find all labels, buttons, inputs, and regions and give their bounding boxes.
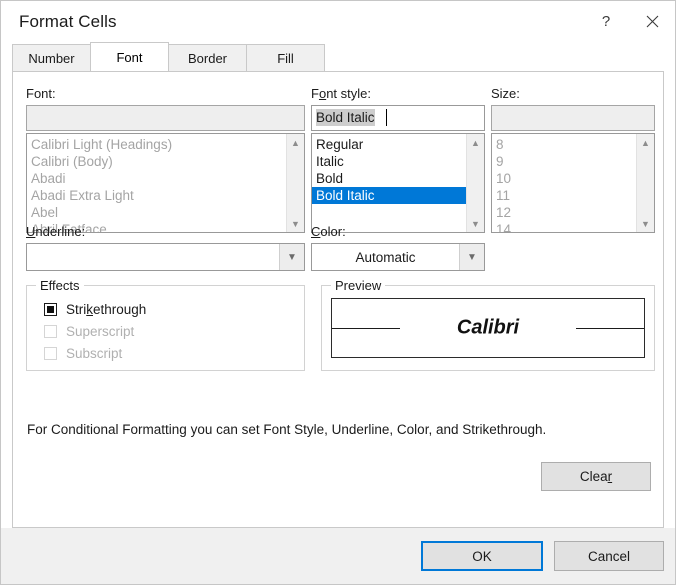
strikethrough-checkbox[interactable] bbox=[44, 302, 57, 316]
list-item-selected[interactable]: Bold Italic bbox=[312, 187, 484, 204]
scroll-down-icon[interactable]: ▼ bbox=[637, 215, 654, 232]
tab-number[interactable]: Number bbox=[12, 44, 91, 71]
color-label: Color: bbox=[311, 224, 346, 239]
close-button[interactable] bbox=[629, 1, 675, 42]
tab-fill[interactable]: Fill bbox=[246, 44, 325, 71]
size-label: Size: bbox=[491, 86, 520, 101]
list-item[interactable]: Calibri (Body) bbox=[27, 153, 304, 170]
list-item[interactable]: 12 bbox=[492, 204, 654, 221]
size-input[interactable] bbox=[491, 105, 655, 131]
help-button[interactable]: ? bbox=[583, 1, 629, 42]
color-combo[interactable]: Automatic ▼ bbox=[311, 243, 485, 271]
ok-button[interactable]: OK bbox=[421, 541, 543, 571]
list-item[interactable]: 9 bbox=[492, 153, 654, 170]
font-style-input-value: Bold Italic bbox=[316, 109, 375, 126]
font-field-group: Font: Calibri Light (Headings) Calibri (… bbox=[26, 86, 305, 233]
format-cells-dialog: Format Cells ? Number Font Border Fill F… bbox=[0, 0, 676, 585]
list-item[interactable]: Bold bbox=[312, 170, 484, 187]
tab-font[interactable]: Font bbox=[90, 42, 169, 71]
chevron-down-icon[interactable]: ▼ bbox=[279, 244, 304, 270]
font-style-list[interactable]: Regular Italic Bold Bold Italic ▲ ▼ bbox=[311, 133, 485, 233]
font-list-scrollbar[interactable]: ▲ ▼ bbox=[286, 134, 304, 232]
scroll-up-icon[interactable]: ▲ bbox=[467, 134, 484, 151]
strikethrough-label: Strikethrough bbox=[66, 301, 147, 317]
preview-sample-text: Calibri bbox=[456, 316, 520, 339]
font-style-label: Font style: bbox=[311, 86, 371, 101]
superscript-checkbox bbox=[44, 324, 57, 338]
close-icon bbox=[646, 15, 658, 28]
list-item[interactable]: Italic bbox=[312, 153, 484, 170]
font-input[interactable] bbox=[26, 105, 305, 131]
underline-value bbox=[27, 244, 279, 270]
subscript-label: Subscript bbox=[66, 345, 123, 361]
effects-group: Effects Strikethrough Superscript Subscr… bbox=[26, 278, 305, 371]
size-field-group: Size: 8 9 10 11 12 14 ▲ ▼ bbox=[491, 86, 655, 233]
title-bar-buttons: ? bbox=[583, 1, 675, 42]
strikethrough-checkbox-row[interactable]: Strikethrough bbox=[44, 298, 304, 320]
list-item[interactable]: Abadi Extra Light bbox=[27, 187, 304, 204]
list-item[interactable]: 10 bbox=[492, 170, 654, 187]
tab-strip: Number Font Border Fill bbox=[1, 42, 675, 71]
color-value: Automatic bbox=[355, 249, 416, 265]
list-item[interactable]: Abadi bbox=[27, 170, 304, 187]
subscript-checkbox bbox=[44, 346, 57, 360]
underline-label: Underline: bbox=[26, 224, 86, 239]
clear-button[interactable]: Clea r bbox=[541, 462, 651, 491]
subscript-checkbox-row: Subscript bbox=[44, 342, 304, 364]
dialog-footer: OK Cancel bbox=[1, 528, 675, 584]
preview-box: Calibri bbox=[331, 298, 645, 358]
list-item[interactable]: Regular bbox=[312, 136, 484, 153]
text-caret bbox=[386, 109, 387, 126]
title-bar: Format Cells ? bbox=[1, 1, 675, 42]
font-label: Font: bbox=[26, 86, 56, 101]
underline-field-group: Underline: ▼ bbox=[26, 224, 305, 271]
superscript-checkbox-row: Superscript bbox=[44, 320, 304, 342]
list-item[interactable]: 11 bbox=[492, 187, 654, 204]
effects-group-title: Effects bbox=[36, 278, 84, 293]
font-style-list-scrollbar[interactable]: ▲ ▼ bbox=[466, 134, 484, 232]
scroll-up-icon[interactable]: ▲ bbox=[637, 134, 654, 151]
color-field-group: Color: Automatic ▼ bbox=[311, 224, 485, 271]
chevron-down-icon[interactable]: ▼ bbox=[459, 244, 484, 270]
preview-group-title: Preview bbox=[331, 278, 386, 293]
size-list-scrollbar[interactable]: ▲ ▼ bbox=[636, 134, 654, 232]
superscript-label: Superscript bbox=[66, 323, 135, 339]
list-item[interactable]: Calibri Light (Headings) bbox=[27, 136, 304, 153]
list-item[interactable]: 8 bbox=[492, 136, 654, 153]
tab-border[interactable]: Border bbox=[168, 44, 247, 71]
font-list[interactable]: Calibri Light (Headings) Calibri (Body) … bbox=[26, 133, 305, 233]
preview-group: Preview Calibri bbox=[321, 278, 655, 371]
font-style-input[interactable]: Bold Italic bbox=[311, 105, 485, 131]
underline-combo[interactable]: ▼ bbox=[26, 243, 305, 271]
list-item[interactable]: Abel bbox=[27, 204, 304, 221]
dialog-title: Format Cells bbox=[19, 11, 117, 31]
scroll-up-icon[interactable]: ▲ bbox=[287, 134, 304, 151]
font-style-field-group: Font style: Bold Italic Regular Italic B… bbox=[311, 86, 485, 233]
list-item[interactable]: 14 bbox=[492, 221, 654, 232]
hint-text: For Conditional Formatting you can set F… bbox=[27, 422, 547, 437]
size-list[interactable]: 8 9 10 11 12 14 ▲ ▼ bbox=[491, 133, 655, 233]
cancel-button[interactable]: Cancel bbox=[554, 541, 664, 571]
font-tab-panel: Font: Calibri Light (Headings) Calibri (… bbox=[12, 71, 664, 528]
